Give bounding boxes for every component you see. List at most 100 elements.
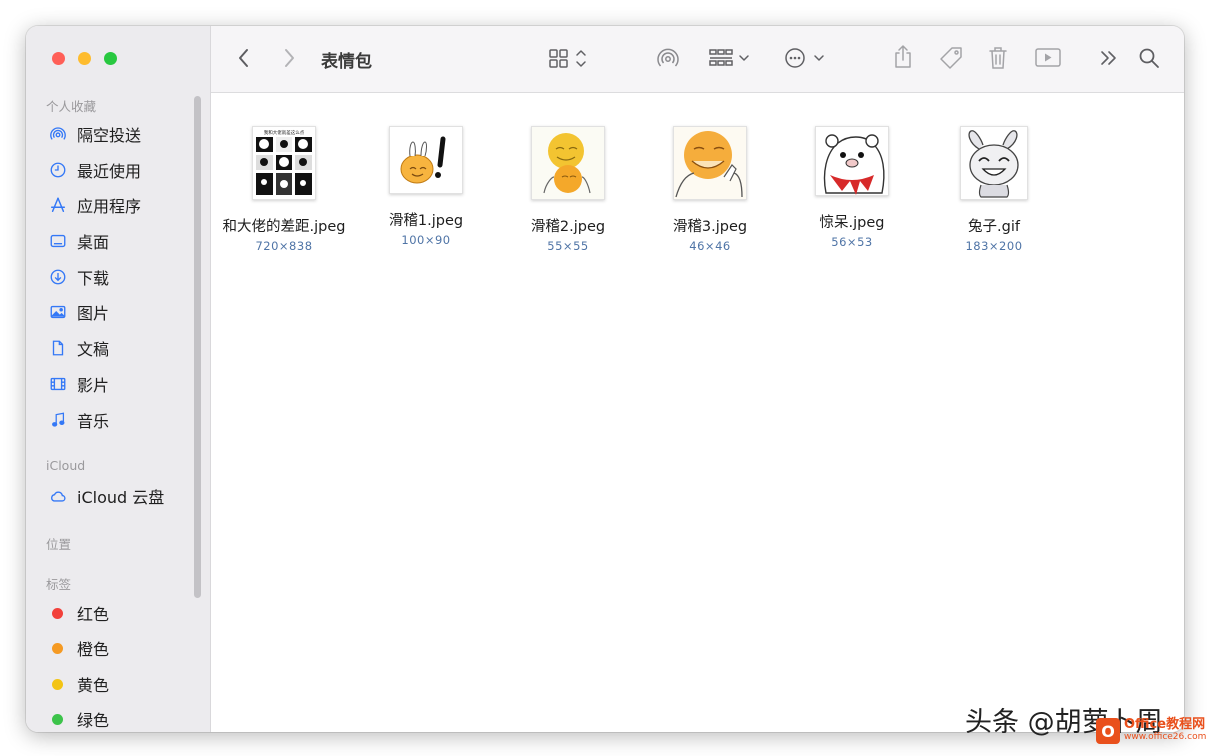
file-item[interactable]: 滑稽3.jpeg 46×46: [640, 126, 780, 253]
sidebar-item-recents[interactable]: 最近使用: [48, 157, 141, 183]
clock-icon: [48, 160, 68, 180]
sidebar-item-music[interactable]: 音乐: [48, 407, 109, 433]
chevron-right-icon: [285, 49, 294, 67]
action-menu-button[interactable]: [783, 46, 829, 70]
sidebar-item-desktop[interactable]: 桌面: [48, 228, 109, 254]
sidebar-item-label: 图片: [77, 304, 110, 323]
sidebar-item-label: 红色: [77, 605, 110, 624]
file-thumbnail: [815, 126, 889, 196]
search-button[interactable]: [1137, 46, 1161, 70]
sidebar-item-label: 橙色: [77, 640, 110, 659]
search-icon: [1139, 48, 1159, 68]
toolbar: 表情包: [211, 26, 1184, 93]
file-item[interactable]: 惊呆.jpeg 56×53: [782, 126, 922, 249]
desktop-icon: [48, 231, 68, 251]
play-icon: [1035, 48, 1061, 67]
sidebar-item-tag-orange[interactable]: 橙色: [48, 635, 109, 661]
sidebar-item-label: 文稿: [77, 340, 110, 359]
chevron-left-icon: [239, 49, 248, 67]
file-item[interactable]: 滑稽2.jpeg 55×55: [498, 126, 638, 253]
sidebar-scrollbar[interactable]: [194, 96, 201, 598]
sidebar-item-label: 绿色: [77, 711, 110, 730]
film-icon: [48, 374, 68, 394]
sidebar-item-documents[interactable]: 文稿: [48, 335, 109, 361]
group-button[interactable]: [708, 47, 756, 69]
minimize-button[interactable]: [78, 52, 91, 65]
section-title-locations: 位置: [46, 537, 72, 552]
document-icon: [48, 338, 68, 358]
tag-button[interactable]: [938, 45, 966, 71]
panda-caption: 我和大佬就差这么点: [264, 129, 305, 136]
file-dimensions: 56×53: [831, 235, 873, 249]
share-button[interactable]: [892, 44, 914, 70]
site-watermark: O Office教程网 www.office26.com: [1096, 718, 1206, 744]
view-options-button[interactable]: [548, 47, 592, 69]
trash-icon: [989, 47, 1007, 69]
sidebar-item-tag-green[interactable]: 绿色: [48, 706, 109, 732]
sidebar-item-airdrop[interactable]: 隔空投送: [48, 121, 141, 147]
close-button[interactable]: [52, 52, 65, 65]
file-name: 滑稽3.jpeg: [672, 219, 748, 235]
file-item[interactable]: 兔子.gif 183×200: [924, 126, 1064, 253]
sidebar: 个人收藏 隔空投送 最近使用 应用程序 桌面 下载 图片 文稿 影片 音乐 iC…: [26, 26, 211, 732]
file-thumbnail: [389, 126, 463, 194]
sidebar-item-tag-yellow[interactable]: 黄色: [48, 671, 109, 697]
file-name: 惊呆.jpeg: [819, 215, 885, 231]
airdrop-icon: [657, 48, 679, 67]
download-icon: [48, 267, 68, 287]
file-item[interactable]: 滑稽1.jpeg 100×90: [356, 126, 496, 247]
window-title: 表情包: [321, 52, 372, 72]
applications-icon: [48, 195, 68, 215]
photo-icon: [48, 302, 68, 322]
file-thumbnail: [960, 126, 1028, 200]
office-logo-icon: O: [1096, 718, 1120, 744]
group-icon: [709, 49, 749, 66]
file-thumbnail: [673, 126, 747, 200]
sidebar-item-label: iCloud 云盘: [77, 488, 165, 507]
green-tag-dot-icon: [52, 713, 63, 725]
yellow-tag-dot-icon: [52, 678, 63, 690]
file-name: 滑稽1.jpeg: [388, 213, 464, 229]
sidebar-item-pictures[interactable]: 图片: [48, 299, 109, 325]
airdrop-button[interactable]: [655, 46, 681, 70]
site-watermark-text: Office教程网 www.office26.com: [1124, 717, 1207, 743]
window-controls: [52, 52, 117, 65]
site-name: Office教程网: [1124, 717, 1206, 732]
forward-button[interactable]: [282, 47, 296, 69]
sidebar-item-downloads[interactable]: 下载: [48, 264, 109, 290]
grid-view-icon: [549, 49, 586, 68]
tag-icon: [940, 47, 962, 69]
sidebar-item-movies[interactable]: 影片: [48, 371, 109, 397]
overflow-button[interactable]: [1099, 47, 1119, 69]
sidebar-item-label: 音乐: [77, 412, 110, 431]
file-dimensions: 46×46: [689, 239, 731, 253]
file-dimensions: 720×838: [255, 239, 313, 253]
music-icon: [48, 410, 68, 430]
file-dimensions: 55×55: [547, 239, 589, 253]
double-chevron-icon: [1101, 51, 1116, 65]
file-thumbnail: 我和大佬就差这么点: [252, 126, 316, 200]
sidebar-item-label: 隔空投送: [77, 126, 142, 145]
file-thumbnail: [531, 126, 605, 200]
quick-look-button[interactable]: [1034, 46, 1062, 70]
sidebar-item-label: 影片: [77, 376, 110, 395]
trash-button[interactable]: [987, 45, 1009, 71]
share-icon: [895, 45, 911, 68]
file-name: 滑稽2.jpeg: [530, 219, 606, 235]
zoom-button[interactable]: [104, 52, 117, 65]
section-title-icloud: iCloud: [46, 458, 86, 473]
cloud-icon: [48, 486, 68, 506]
sidebar-item-icloud-drive[interactable]: iCloud 云盘: [48, 483, 164, 509]
file-dimensions: 183×200: [965, 239, 1023, 253]
red-tag-dot-icon: [52, 607, 63, 619]
file-name: 和大佬的差距.jpeg: [222, 219, 346, 235]
sidebar-item-tag-red[interactable]: 红色: [48, 600, 109, 626]
sidebar-item-applications[interactable]: 应用程序: [48, 192, 141, 218]
file-item[interactable]: 我和大佬就差这么点 和大佬的差距.jpeg 720×838: [214, 126, 354, 253]
site-url: www.office26.com: [1124, 732, 1207, 742]
section-title-tags: 标签: [46, 577, 72, 592]
sidebar-item-label: 黄色: [77, 676, 110, 695]
sidebar-item-label: 下载: [77, 269, 110, 288]
file-name: 兔子.gif: [968, 219, 1020, 235]
back-button[interactable]: [237, 47, 251, 69]
